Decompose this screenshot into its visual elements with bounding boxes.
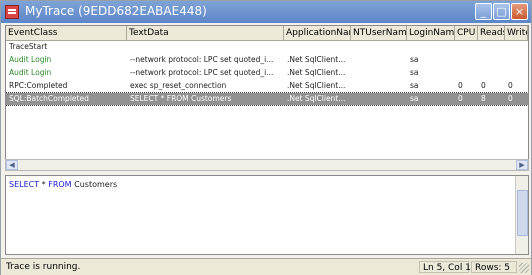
cell-writes: 0: [508, 81, 513, 90]
cell-login: sa: [410, 81, 419, 90]
keyword-from: FROM: [48, 180, 72, 189]
horizontal-scrollbar[interactable]: ◀ ▶: [5, 159, 529, 171]
cell-login: sa: [410, 55, 419, 64]
cell-text: SELECT * FROM Customers: [130, 94, 232, 103]
cell-login: [407, 41, 455, 53]
keyword-select: SELECT: [9, 180, 40, 189]
cell-ntuser: [351, 41, 407, 53]
vertical-scrollbar[interactable]: [515, 176, 528, 254]
column-header-eventclass[interactable]: EventClass: [6, 26, 127, 40]
status-position: Ln 5, Col 1: [419, 261, 471, 273]
cell-ntuser: [351, 93, 407, 105]
cell-event: Audit Login: [9, 68, 52, 77]
cell-ntuser: [351, 54, 407, 66]
column-header-writes[interactable]: Writes: [505, 26, 528, 40]
trace-row[interactable]: Audit Login --network protocol: LPC set q…: [6, 67, 528, 79]
close-button[interactable]: ×: [511, 3, 528, 20]
cell-reads: 8: [481, 94, 486, 103]
window-title: MyTrace (9EDD682EABAE448): [25, 4, 207, 18]
resize-grip-icon[interactable]: [519, 263, 529, 273]
scroll-left-icon[interactable]: ◀: [6, 160, 18, 170]
cell-app: .Net SqlClient...: [287, 81, 346, 90]
cell-event: Audit Login: [9, 55, 52, 64]
column-header-ntusername[interactable]: NTUserName: [351, 26, 407, 40]
column-header-loginname[interactable]: LoginName: [407, 26, 455, 40]
cell-writes: 0: [508, 94, 513, 103]
cell-login: sa: [410, 94, 419, 103]
status-message: Trace is running.: [6, 262, 81, 272]
cell-app: .Net SqlClient...: [287, 68, 346, 77]
profiler-app-icon: [5, 5, 19, 19]
cell-text: --network protocol: LPC set quoted_i...: [130, 68, 274, 77]
sql-text-pane[interactable]: SELECT * FROM Customers: [5, 175, 529, 255]
sql-text: SELECT * FROM Customers: [9, 180, 117, 189]
minimize-button[interactable]: _: [475, 3, 492, 20]
column-header-reads[interactable]: Reads: [478, 26, 505, 40]
trace-row[interactable]: Audit Login --network protocol: LPC set q…: [6, 54, 528, 66]
cell-ntuser: [351, 80, 407, 92]
trace-window: MyTrace (9EDD682EABAE448) _ □ × EventCla…: [0, 0, 532, 275]
column-header-textdata[interactable]: TextData: [127, 26, 284, 40]
status-rows: Rows: 5: [471, 261, 517, 273]
title-bar[interactable]: MyTrace (9EDD682EABAE448) _ □ ×: [1, 1, 531, 23]
cell-app: .Net SqlClient...: [287, 94, 346, 103]
cell-cpu: [455, 54, 478, 66]
cell-writes: [505, 41, 528, 53]
cell-writes: [505, 67, 528, 79]
cell-reads: [478, 67, 505, 79]
cell-event: RPC:Completed: [9, 81, 68, 90]
cell-event: SQL:BatchCompleted: [9, 94, 89, 103]
cell-text: [127, 41, 284, 53]
cell-text: exec sp_reset_connection: [130, 81, 227, 90]
trace-row[interactable]: SQL:BatchCompleted SELECT * FROM Customer…: [6, 92, 528, 106]
column-header-applicationname[interactable]: ApplicationName: [284, 26, 351, 40]
status-bar: Trace is running. Ln 5, Col 1 Rows: 5: [1, 258, 531, 275]
cell-reads: [478, 54, 505, 66]
cell-writes: [505, 54, 528, 66]
trace-row[interactable]: RPC:Completed exec sp_reset_connection .Ne…: [6, 80, 528, 92]
column-header-cpu[interactable]: CPU: [455, 26, 478, 40]
vertical-scroll-thumb[interactable]: [517, 190, 528, 236]
maximize-button[interactable]: □: [493, 3, 510, 20]
cell-text: --network protocol: LPC set quoted_i...: [130, 55, 274, 64]
cell-login: sa: [410, 68, 419, 77]
cell-cpu: 0: [458, 81, 463, 90]
cell-event: TraceStart: [9, 42, 48, 51]
grid-header: EventClass TextData ApplicationName NTUs…: [6, 26, 528, 41]
cell-cpu: [455, 67, 478, 79]
sql-star: *: [39, 180, 49, 189]
trace-row[interactable]: TraceStart: [6, 41, 528, 53]
sql-table-name: Customers: [71, 180, 118, 189]
cell-app: .Net SqlClient...: [287, 55, 346, 64]
cell-cpu: [455, 41, 478, 53]
cell-reads: 0: [481, 81, 486, 90]
cell-cpu: 0: [458, 94, 463, 103]
cell-reads: [478, 41, 505, 53]
scroll-right-icon[interactable]: ▶: [516, 160, 528, 170]
cell-ntuser: [351, 67, 407, 79]
cell-app: [284, 41, 351, 53]
trace-events-grid[interactable]: EventClass TextData ApplicationName NTUs…: [5, 25, 529, 170]
